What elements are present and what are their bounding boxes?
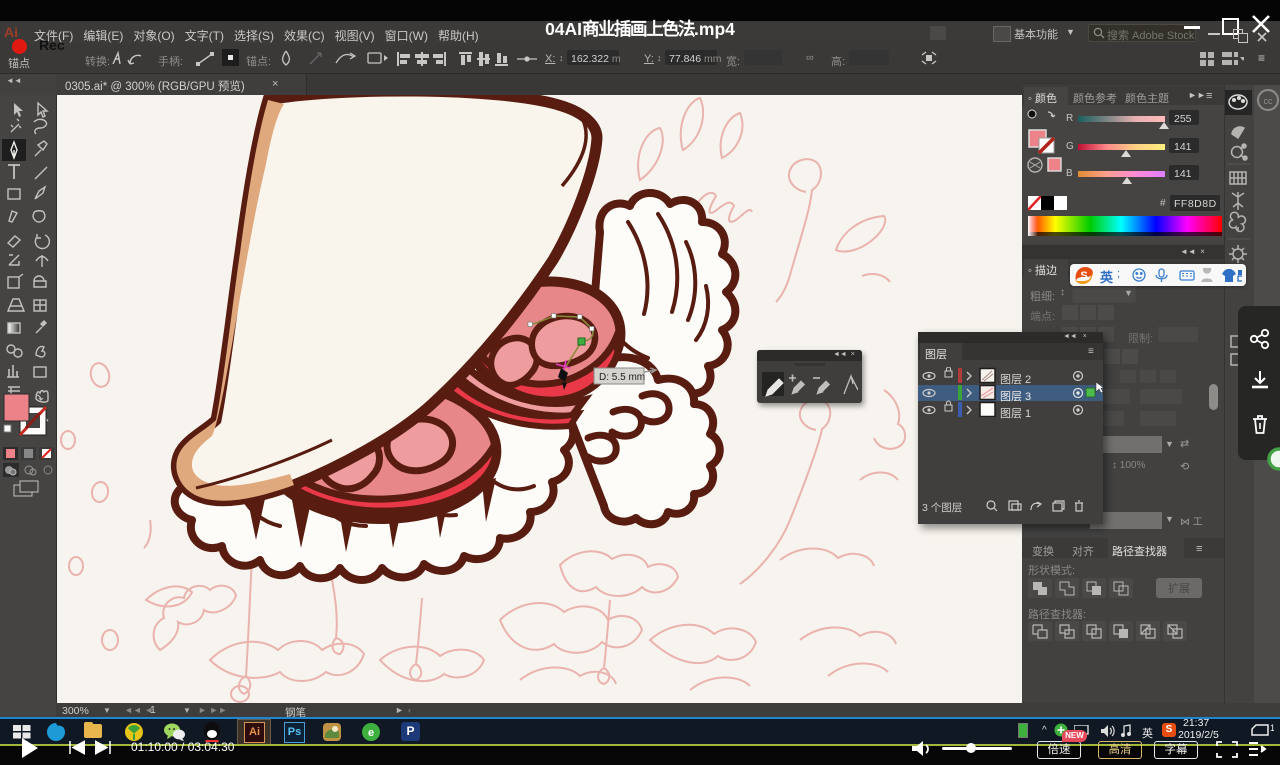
svg-text:1: 1 xyxy=(1270,723,1274,733)
svg-text:S: S xyxy=(1080,270,1087,282)
svg-text:扩展: 扩展 xyxy=(1168,581,1190,595)
svg-text:D: 5.5 mm: D: 5.5 mm xyxy=(599,372,645,383)
svg-text:cc: cc xyxy=(1264,96,1274,106)
svg-text:e: e xyxy=(368,727,374,739)
